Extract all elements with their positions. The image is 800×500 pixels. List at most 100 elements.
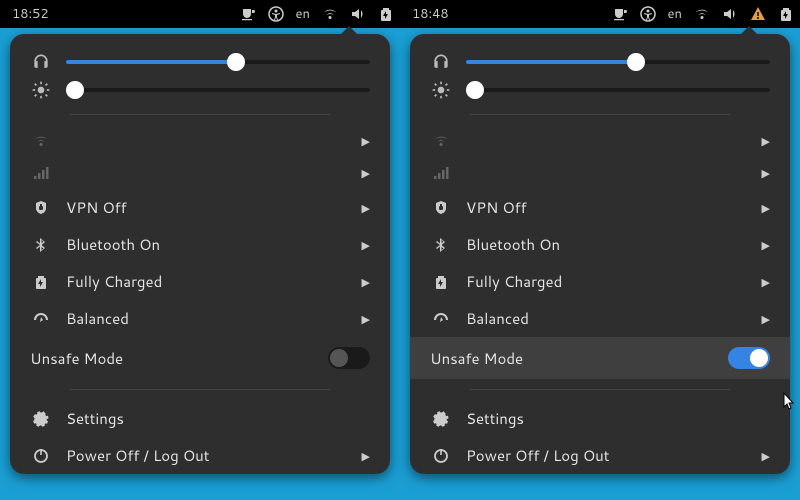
unsafe-mode-row: Unsafe Mode <box>10 337 390 379</box>
settings-label: Settings <box>66 408 370 429</box>
volume-slider-row <box>410 48 790 76</box>
menu-cellular[interactable]: ▶ <box>10 157 390 189</box>
wifi-icon <box>30 133 52 149</box>
menu-settings[interactable]: Settings <box>410 400 790 437</box>
chevron-right-icon: ▶ <box>762 274 770 290</box>
battery-icon[interactable] <box>378 6 394 22</box>
divider <box>70 389 330 390</box>
brightness-slider[interactable] <box>466 88 770 92</box>
system-menu-panel: ▶ ▶ VPN Off ▶ Bluetooth On ▶ Fully Charg… <box>410 34 790 474</box>
menu-vpn[interactable]: VPN Off ▶ <box>410 189 790 226</box>
menu-battery[interactable]: Fully Charged ▶ <box>10 263 390 300</box>
chevron-right-icon: ▶ <box>762 237 770 253</box>
speedometer-icon <box>30 311 52 327</box>
topbar: 18:52 en <box>0 0 400 28</box>
caffeine-icon <box>240 6 256 22</box>
gear-icon <box>30 411 52 427</box>
unsafe-mode-row: Unsafe Mode <box>410 337 790 379</box>
battery-icon <box>430 274 452 290</box>
accessibility-icon <box>268 6 284 22</box>
chevron-right-icon: ▶ <box>362 237 370 253</box>
caffeine-icon <box>612 6 628 22</box>
chevron-right-icon: ▶ <box>762 200 770 216</box>
settings-label: Settings <box>466 408 770 429</box>
chevron-right-icon: ▶ <box>362 274 370 290</box>
chevron-right-icon: ▶ <box>362 311 370 327</box>
volume-slider[interactable] <box>466 60 770 64</box>
language-indicator[interactable]: en <box>296 5 310 23</box>
brightness-slider-row <box>410 76 790 104</box>
volume-slider[interactable] <box>66 60 370 64</box>
brightness-slider[interactable] <box>66 88 370 92</box>
vpn-icon <box>30 200 52 216</box>
vpn-icon <box>430 200 452 216</box>
menu-wifi[interactable]: ▶ <box>10 125 390 157</box>
menu-wifi[interactable]: ▶ <box>410 125 790 157</box>
menu-poweroff[interactable]: Power Off / Log Out ▶ <box>10 437 390 474</box>
accessibility-icon <box>640 6 656 22</box>
headphones-icon <box>30 52 52 72</box>
wifi-icon[interactable] <box>322 6 338 22</box>
battery-label: Fully Charged <box>66 271 348 292</box>
topbar-tray: en <box>240 5 394 23</box>
battery-icon[interactable] <box>778 6 794 22</box>
bluetooth-label: Bluetooth On <box>66 234 348 255</box>
chevron-right-icon: ▶ <box>362 165 370 181</box>
cellular-icon <box>430 165 452 181</box>
chevron-right-icon: ▶ <box>362 200 370 216</box>
system-menu-panel: ▶ ▶ VPN Off ▶ Bluetooth On ▶ Fully Charg… <box>10 34 390 474</box>
wifi-icon[interactable] <box>694 6 710 22</box>
volume-slider-row <box>10 48 390 76</box>
clock: 18:48 <box>412 5 449 23</box>
power-icon <box>430 448 452 464</box>
menu-power-mode[interactable]: Balanced ▶ <box>410 300 790 337</box>
menu-power-mode[interactable]: Balanced ▶ <box>10 300 390 337</box>
topbar: 18:48 en <box>400 0 800 28</box>
unsafe-mode-toggle[interactable] <box>328 347 370 369</box>
divider <box>470 114 730 115</box>
unsafe-mode-label: Unsafe Mode <box>30 348 328 369</box>
menu-settings[interactable]: Settings <box>10 400 390 437</box>
menu-poweroff[interactable]: Power Off / Log Out ▶ <box>410 437 790 474</box>
bluetooth-label: Bluetooth On <box>466 234 748 255</box>
volume-icon[interactable] <box>350 6 366 22</box>
menu-cellular[interactable]: ▶ <box>410 157 790 189</box>
power-icon <box>30 448 52 464</box>
power-mode-label: Balanced <box>66 308 348 329</box>
menu-bluetooth[interactable]: Bluetooth On ▶ <box>10 226 390 263</box>
poweroff-label: Power Off / Log Out <box>66 445 348 466</box>
topbar-tray: en <box>612 5 794 23</box>
vpn-label: VPN Off <box>466 197 748 218</box>
divider <box>470 389 730 390</box>
chevron-right-icon: ▶ <box>762 133 770 149</box>
menu-vpn[interactable]: VPN Off ▶ <box>10 189 390 226</box>
speedometer-icon <box>430 311 452 327</box>
gear-icon <box>430 411 452 427</box>
bluetooth-icon <box>30 237 52 253</box>
menu-bluetooth[interactable]: Bluetooth On ▶ <box>410 226 790 263</box>
power-mode-label: Balanced <box>466 308 748 329</box>
brightness-icon <box>430 80 452 100</box>
bluetooth-icon <box>430 237 452 253</box>
poweroff-label: Power Off / Log Out <box>466 445 748 466</box>
vpn-label: VPN Off <box>66 197 348 218</box>
brightness-slider-row <box>10 76 390 104</box>
language-indicator[interactable]: en <box>668 5 682 23</box>
unsafe-mode-toggle[interactable] <box>728 347 770 369</box>
menu-battery[interactable]: Fully Charged ▶ <box>410 263 790 300</box>
cellular-icon <box>30 165 52 181</box>
clock: 18:52 <box>12 5 49 23</box>
warning-icon <box>750 6 766 22</box>
chevron-right-icon: ▶ <box>762 448 770 464</box>
brightness-icon <box>30 80 52 100</box>
chevron-right-icon: ▶ <box>362 448 370 464</box>
headphones-icon <box>430 52 452 72</box>
wifi-icon <box>430 133 452 149</box>
volume-icon[interactable] <box>722 6 738 22</box>
battery-label: Fully Charged <box>466 271 748 292</box>
chevron-right-icon: ▶ <box>762 165 770 181</box>
chevron-right-icon: ▶ <box>762 311 770 327</box>
chevron-right-icon: ▶ <box>362 133 370 149</box>
divider <box>70 114 330 115</box>
unsafe-mode-label: Unsafe Mode <box>430 348 728 369</box>
